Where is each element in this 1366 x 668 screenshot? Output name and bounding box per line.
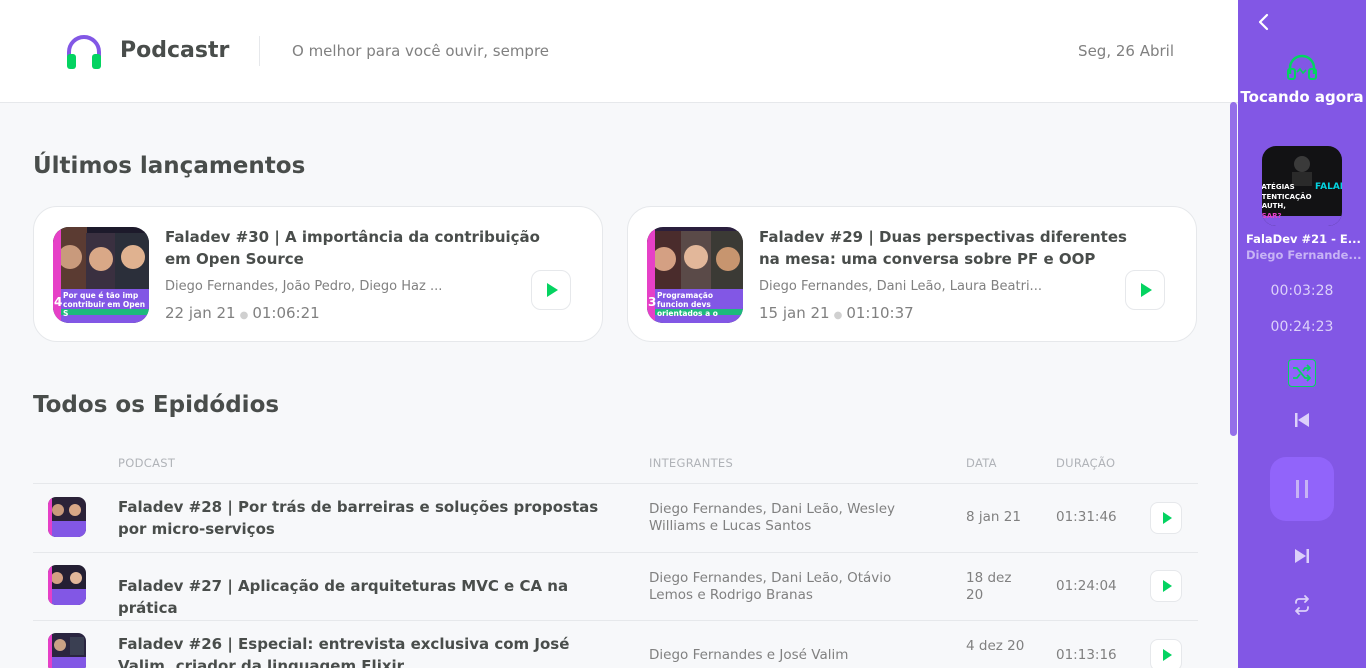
thumbnail-number: 4 [54,295,63,309]
episode-members: Diego Fernandes, João Pedro, Diego Haz .… [165,279,443,294]
episode-thumbnail[interactable] [48,633,86,668]
chevron-left-icon[interactable] [1254,12,1274,32]
now-playing-thumbnail: RATÉGIAS UTENTICAÇÃO OAUTH, USAR? FALAD [1262,146,1342,226]
episode-duration: 01:10:37 [846,304,914,322]
next-icon[interactable] [1293,547,1311,565]
episode-members: Diego Fernandes, Dani Leão, Wesley Willi… [649,501,896,534]
headphones-icon [1287,54,1317,80]
episode-duration: 01:24:04 [1056,578,1117,594]
episode-date: 4 dez 20 [966,638,1025,654]
pause-button[interactable] [1270,457,1334,521]
latest-episode-card[interactable]: Por que é tão imp contribuir em Open S 4… [33,206,603,342]
episode-duration: 01:31:46 [1056,509,1117,525]
episode-members: Diego Fernandes, Dani Leão, Laura Beatri… [759,279,1042,294]
play-button[interactable] [1150,502,1182,534]
play-icon [1162,512,1172,524]
main-content[interactable]: Últimos lançamentos Por que é tão imp co… [0,104,1238,668]
play-icon [1162,649,1172,661]
shuffle-icon [1293,364,1311,382]
shuffle-button[interactable] [1288,359,1316,387]
player-panel: Tocando agora RATÉGIAS UTENTICAÇÃO OAUTH… [1238,0,1366,668]
header-divider [259,36,260,66]
table-row[interactable]: Faladev #26 | Especial: entrevista exclu… [33,620,1198,668]
episode-thumbnail[interactable] [48,565,86,605]
thumbnail-text-line: RATÉGIAS [1262,183,1295,191]
column-header-duration: DURAÇÃO [1056,456,1116,470]
episode-members: Diego Fernandes, Dani Leão, Otávio Lemos… [649,570,892,603]
play-button[interactable] [1150,570,1182,602]
latest-heading: Últimos lançamentos [33,153,306,179]
separator-dot: ● [239,310,249,321]
episode-date: 8 jan 21 [966,509,1021,525]
repeat-icon[interactable] [1291,594,1313,616]
play-icon [1141,283,1152,297]
current-date: Seg, 26 Abril [1078,42,1174,60]
episode-date: 18 dez 20 [966,570,1012,603]
column-header-members: INTEGRANTES [649,456,734,470]
episode-members: Diego Fernandes e José Valim [649,647,849,663]
episode-duration: 01:06:21 [252,304,320,322]
episode-date: 22 jan 21 [165,304,236,322]
episode-date: 15 jan 21 [759,304,830,322]
pause-icon [1296,480,1308,498]
table-row[interactable]: Faladev #27 | Aplicação de arquiteturas … [33,552,1198,620]
brand-name: Podcastr [120,38,230,63]
total-time: 00:24:23 [1270,319,1334,335]
thumbnail-caption: Programação funcion devs orientados a o [657,291,718,318]
episode-title[interactable]: Faladev #27 | Aplicação de arquiteturas … [118,575,618,619]
table-row[interactable]: Faladev #28 | Por trás de barreiras e so… [33,483,1198,551]
play-button[interactable] [531,270,571,310]
thumbnail-text: RATÉGIAS UTENTICAÇÃO OAUTH, USAR? [1262,183,1312,221]
scrollbar[interactable] [1230,102,1237,436]
app-header: Podcastr O melhor para você ouvir, sempr… [0,0,1238,103]
column-header-date: DATA [966,456,997,470]
thumbnail-number: 3 [648,295,657,309]
play-button[interactable] [1125,270,1165,310]
episode-duration: 01:13:16 [1056,647,1117,663]
episode-thumbnail[interactable]: Programação funcion devs orientados a o … [647,227,743,323]
play-icon [1162,580,1172,592]
now-playing-label: Tocando agora [1240,88,1364,106]
play-button[interactable] [1150,639,1182,668]
thumbnail-caption: Por que é tão imp contribuir em Open S [63,291,146,318]
current-time: 00:03:28 [1270,283,1334,299]
all-episodes-heading: Todos os Epidódios [33,392,280,418]
episode-title[interactable]: Faladev #29 | Duas perspectivas diferent… [759,226,1139,270]
play-icon [547,283,558,297]
now-playing-members: Diego Fernande... [1246,248,1362,262]
episode-title[interactable]: Faladev #30 | A importância da contribui… [165,226,545,270]
episode-thumbnail[interactable]: Por que é tão imp contribuir em Open S 4 [53,227,149,323]
episode-meta: 15 jan 21 ● 01:10:37 [759,304,914,325]
episode-title[interactable]: Faladev #26 | Especial: entrevista exclu… [118,633,618,668]
separator-dot: ● [833,310,843,321]
thumbnail-tag: FALAD [1315,182,1342,192]
tagline: O melhor para você ouvir, sempre [292,42,550,60]
episode-thumbnail[interactable] [48,497,86,537]
episode-title[interactable]: Faladev #28 | Por trás de barreiras e so… [118,496,618,540]
headphones-icon [67,35,101,69]
previous-icon[interactable] [1293,411,1311,429]
thumbnail-text-line: UTENTICAÇÃO [1262,192,1312,201]
column-header-podcast: PODCAST [118,456,176,470]
thumbnail-text-line: OAUTH, [1262,202,1286,210]
latest-episode-card[interactable]: Programação funcion devs orientados a o … [627,206,1197,342]
thumbnail-text-line: USAR? [1262,211,1282,220]
episode-meta: 22 jan 21 ● 01:06:21 [165,304,320,325]
now-playing-title: FalaDev #21 - E... [1246,232,1361,246]
